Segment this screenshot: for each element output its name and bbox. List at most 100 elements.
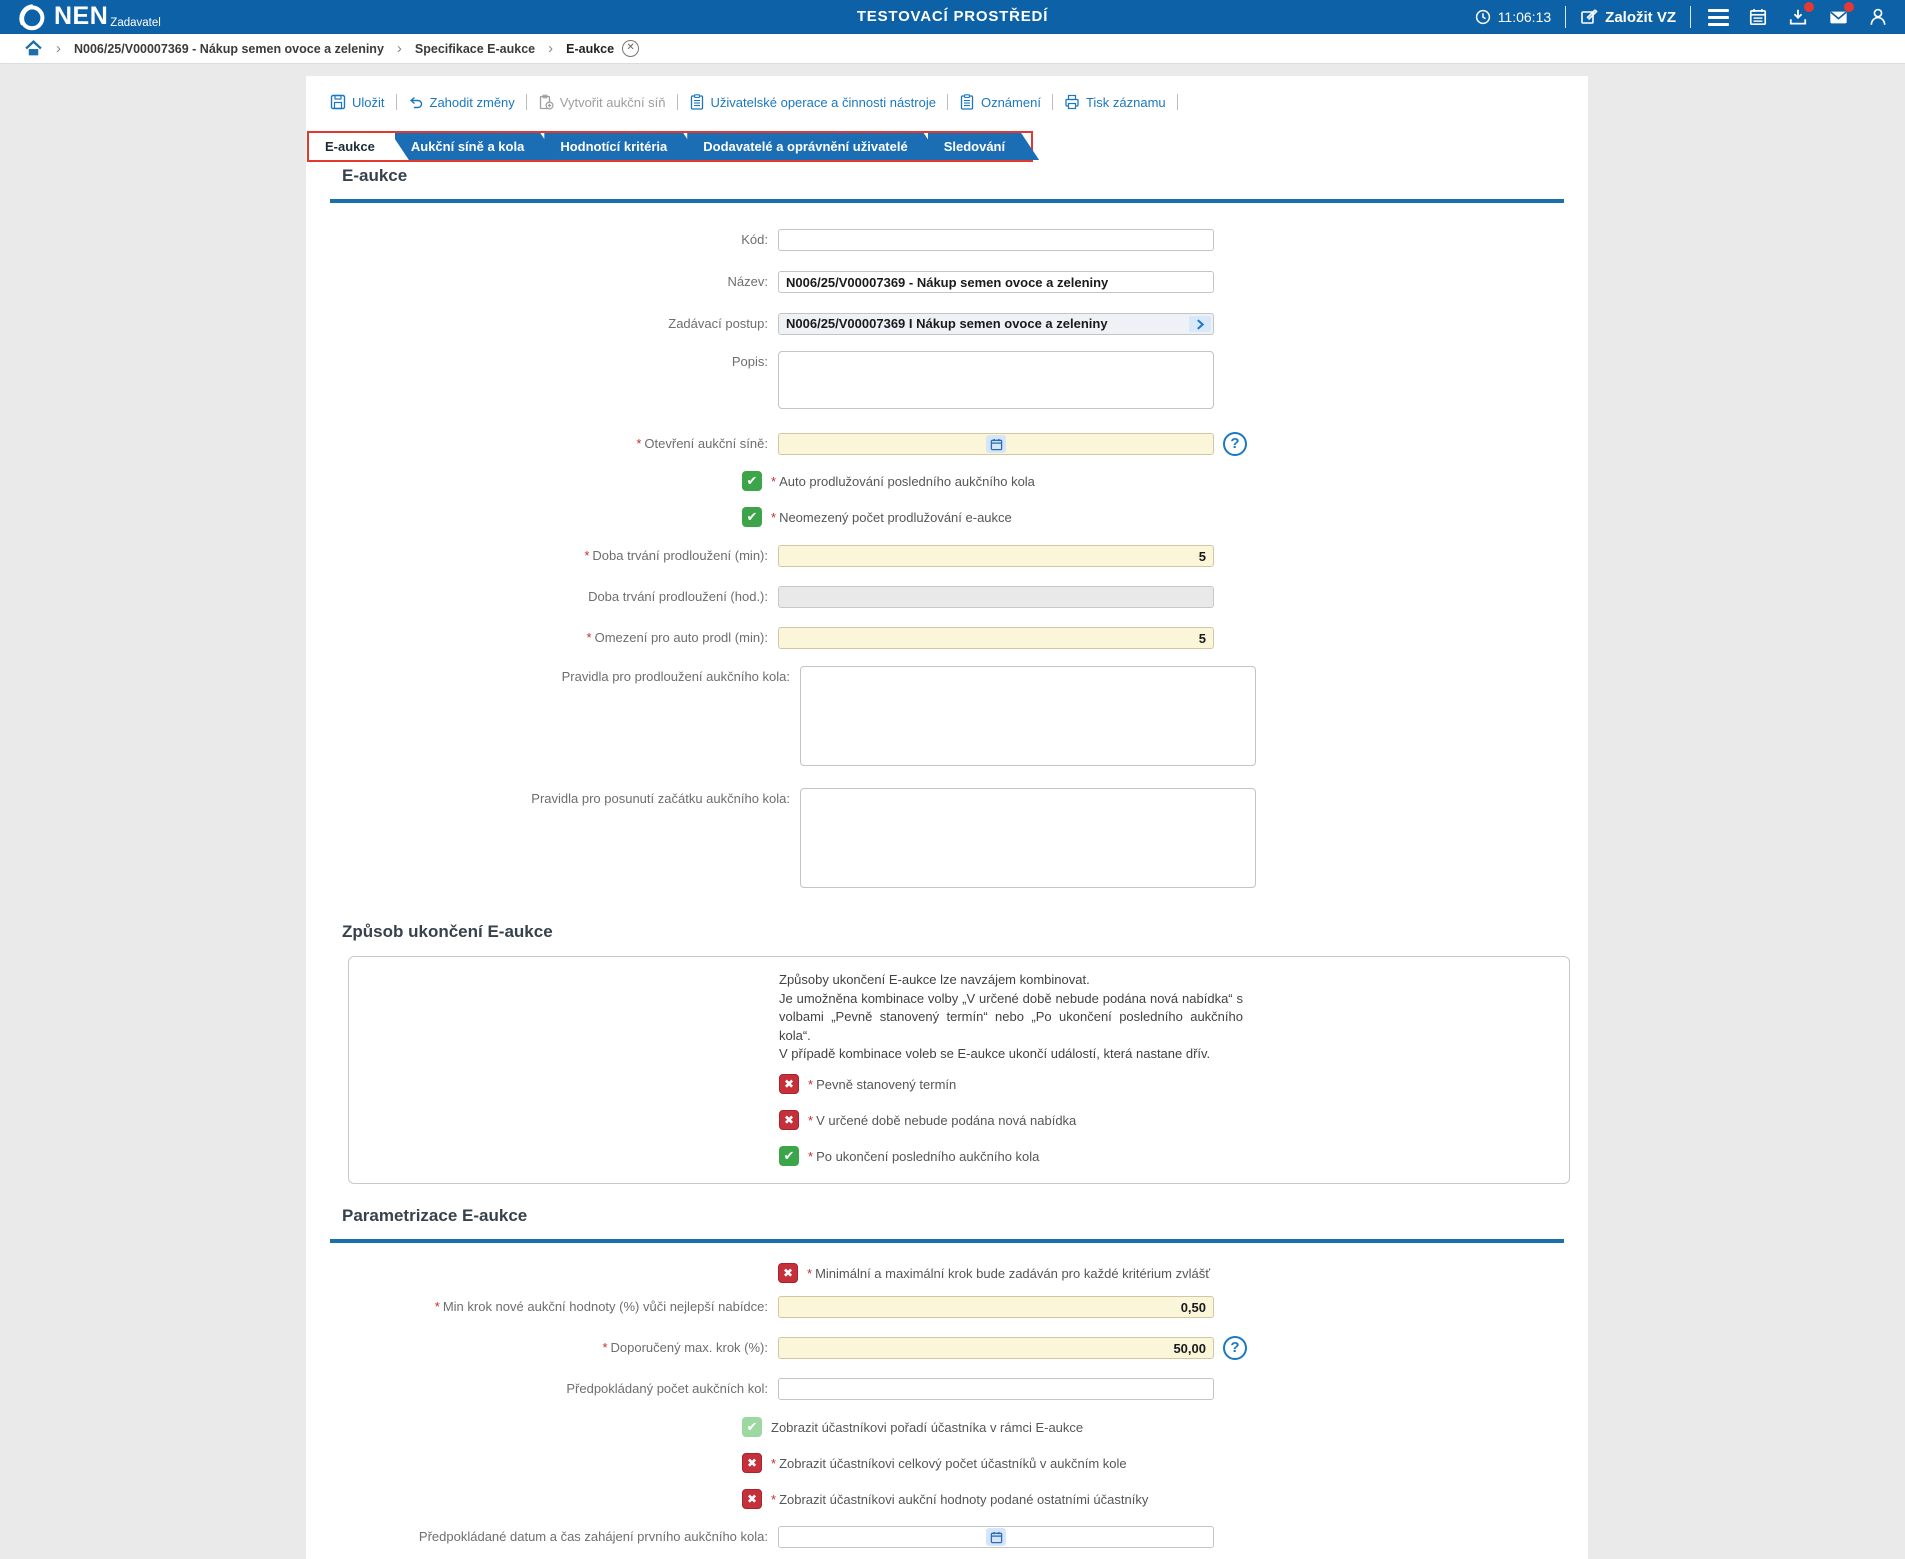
breadcrumb-item-specification[interactable]: Specifikace E-aukce (415, 42, 535, 56)
pocet-kol-input[interactable] (778, 1378, 1214, 1400)
messages-button[interactable] (1825, 2, 1854, 30)
undo-icon (409, 96, 422, 109)
required-asterisk (808, 1113, 816, 1128)
checkbox-unchecked-icon[interactable] (779, 1074, 799, 1094)
tab-e-aukce[interactable]: E-aukce (309, 133, 409, 160)
menu-button[interactable] (1705, 4, 1731, 30)
zadavaci-postup-label: Zadávací postup: (668, 316, 768, 331)
open-postup-button[interactable] (1189, 316, 1211, 332)
checkbox-checked-icon[interactable] (742, 507, 762, 527)
help-icon[interactable] (1223, 1336, 1247, 1360)
breadcrumb-item-procedure[interactable]: N006/25/V00007369 - Nákup semen ovoce a … (74, 42, 384, 56)
kod-label: Kód: (741, 232, 768, 247)
clipboard-icon (690, 94, 703, 110)
hamburger-icon (1707, 8, 1729, 26)
close-tab-button[interactable] (622, 40, 640, 57)
max-krok-input[interactable] (778, 1337, 1214, 1359)
checkbox-label: Zobrazit účastníkovi celkový počet účast… (771, 1456, 1127, 1471)
home-button[interactable] (24, 39, 43, 58)
checkbox-min-max-krok[interactable]: Minimální a maximální krok bude zadáván … (778, 1262, 1210, 1284)
checkbox-zobrazit-poradi: Zobrazit účastníkovi pořadí účastníka v … (742, 1416, 1083, 1438)
checkbox-pevne-stanoveny-termin[interactable]: Pevně stanovený termín (779, 1073, 956, 1095)
checkbox-label: Zobrazit účastníkovi aukční hodnoty poda… (771, 1492, 1148, 1507)
calendar-picker-button[interactable] (986, 1528, 1006, 1546)
content-panel: Uložit Zahodit změny Vytvořit aukční síň (306, 76, 1588, 1559)
profile-button[interactable] (1865, 4, 1891, 30)
pravidla-posunuti-textarea[interactable] (800, 788, 1256, 888)
omezeni-label: Omezení pro auto prodl (min): (306, 627, 768, 649)
zadavaci-postup-value: N006/25/V00007369 I Nákup semen ovoce a … (786, 316, 1108, 331)
record-toolbar: Uložit Zahodit změny Vytvořit aukční síň (330, 90, 1189, 114)
discard-changes-button[interactable]: Zahodit změny (408, 94, 515, 110)
popis-label: Popis: (731, 354, 768, 369)
save-label: Uložit (352, 94, 385, 110)
required-asterisk (807, 1266, 815, 1281)
checkbox-neomezeny-pocet[interactable]: Neomezený počet prodlužování e-aukce (742, 506, 1012, 528)
doba-hod-label: Doba trvání prodloužení (hod.): (588, 589, 768, 604)
user-operations-label: Uživatelské operace a činnosti nástroje (710, 94, 936, 110)
notifications-button[interactable]: Oznámení (959, 94, 1041, 110)
checkbox-label: Po ukončení posledního aukčního kola (808, 1149, 1039, 1164)
calendar-icon (990, 438, 1002, 450)
datum-zahajeni-label: Předpokládané datum a čas zahájení první… (418, 1529, 768, 1544)
section-title-zpusob-ukonceni: Způsob ukončení E-aukce (342, 922, 553, 941)
save-button[interactable]: Uložit (330, 94, 385, 110)
popis-textarea[interactable] (778, 351, 1214, 409)
chevron-right-icon (1196, 318, 1204, 330)
breadcrumb: › N006/25/V00007369 - Nákup semen ovoce … (0, 34, 1905, 64)
otevreni-label: Otevření aukční síně: (306, 433, 768, 455)
nazev-label: Název: (727, 274, 768, 289)
checkbox-v-urcene-dobe[interactable]: V určené době nebude podána nová nabídka (779, 1109, 1076, 1131)
checkbox-unchecked-icon[interactable] (742, 1453, 762, 1473)
doba-min-input[interactable] (778, 545, 1214, 567)
tab-hodnotici-kriteria[interactable]: Hodnotící kritéria (544, 133, 701, 160)
create-vz-button[interactable]: Založit VZ (1580, 8, 1676, 26)
create-vz-label: Založit VZ (1605, 8, 1676, 26)
notifications-label: Oznámení (980, 94, 1041, 110)
top-header-bar: NEN Zadavatel TESTOVACÍ PROSTŘEDÍ 11:06:… (0, 0, 1905, 34)
checkbox-checked-icon[interactable] (742, 471, 762, 491)
checkbox-unchecked-icon[interactable] (778, 1263, 798, 1283)
user-icon (1870, 8, 1886, 25)
info-line: V případě kombinace voleb se E-aukce uko… (779, 1046, 1211, 1061)
toolbar-separator (395, 94, 397, 110)
downloads-button[interactable] (1785, 2, 1814, 30)
calendar-button[interactable] (1745, 4, 1771, 30)
required-asterisk (771, 1456, 779, 1471)
breadcrumb-separator: › (56, 39, 61, 57)
kod-input[interactable] (778, 229, 1214, 251)
screen: NEN Zadavatel TESTOVACÍ PROSTŘEDÍ 11:06:… (0, 0, 1905, 1559)
min-krok-input[interactable] (778, 1296, 1214, 1318)
checkbox-unchecked-icon[interactable] (742, 1489, 762, 1509)
checkbox-zobrazit-hodnoty[interactable]: Zobrazit účastníkovi aukční hodnoty poda… (742, 1488, 1148, 1510)
clipboard-icon (960, 94, 974, 110)
create-auction-room-button: Vytvořit aukční síň (538, 94, 666, 110)
omezeni-input[interactable] (778, 627, 1214, 649)
tab-dodavatele-a-opravneni-uzivatele[interactable]: Dodavatelé a oprávnění uživatelé (687, 133, 941, 160)
checkbox-po-ukonceni-kola[interactable]: Po ukončení posledního aukčního kola (779, 1145, 1039, 1167)
print-record-label: Tisk záznamu (1085, 94, 1166, 110)
zadavaci-postup-field: N006/25/V00007369 I Nákup semen ovoce a … (778, 313, 1214, 335)
tab-sledovani[interactable]: Sledování (928, 133, 1039, 160)
tab-aukcni-sine-a-kola[interactable]: Aukční síně a kola (395, 133, 558, 160)
required-asterisk (771, 510, 779, 525)
calendar-icon (990, 1531, 1002, 1543)
time-text: 11:06:13 (1497, 9, 1552, 25)
checkbox-checked-disabled-icon (742, 1417, 762, 1437)
checkbox-unchecked-icon[interactable] (779, 1110, 799, 1130)
calendar-picker-button[interactable] (986, 435, 1006, 453)
checkbox-checked-icon[interactable] (779, 1146, 799, 1166)
toolbar-separator (946, 94, 948, 110)
user-operations-button[interactable]: Uživatelské operace a činnosti nástroje (689, 94, 936, 110)
required-asterisk (771, 474, 779, 489)
pravidla-prodlouzeni-label: Pravidla pro prodloužení aukčního kola: (561, 669, 790, 684)
help-icon[interactable] (1223, 432, 1247, 456)
section-title-e-aukce: E-aukce (342, 166, 408, 185)
pravidla-prodlouzeni-textarea[interactable] (800, 666, 1256, 766)
checkbox-zobrazit-pocet[interactable]: Zobrazit účastníkovi celkový počet účast… (742, 1452, 1127, 1474)
checkbox-label: V určené době nebude podána nová nabídka (808, 1113, 1076, 1128)
checkbox-auto-prodluzovani[interactable]: Auto prodlužování posledního aukčního ko… (742, 470, 1035, 492)
nazev-input[interactable] (778, 271, 1214, 293)
print-record-button[interactable]: Tisk záznamu (1064, 94, 1166, 110)
calendar-icon (1749, 8, 1767, 26)
